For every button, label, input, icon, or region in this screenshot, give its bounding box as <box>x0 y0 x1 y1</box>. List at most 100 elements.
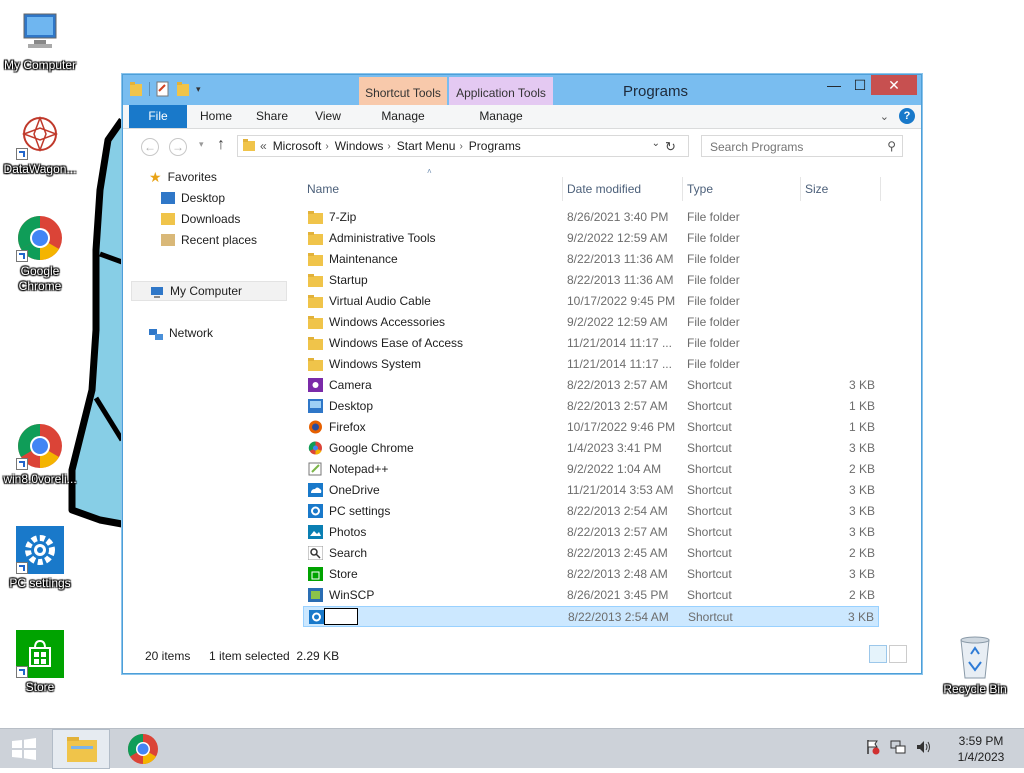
action-center-flag-icon[interactable] <box>866 739 880 758</box>
nav-desktop[interactable]: Desktop <box>161 188 225 208</box>
file-row[interactable]: Search 8/22/2013 2:45 AM Shortcut 2 KB <box>303 543 879 564</box>
file-row[interactable]: Startup 8/22/2013 11:36 AM File folder <box>303 270 879 291</box>
file-name: PC settings <box>329 504 391 518</box>
file-row[interactable]: 8/22/2013 2:54 AM Shortcut 3 KB <box>303 606 879 627</box>
breadcrumb-start-menu[interactable]: Start Menu <box>397 139 456 153</box>
breadcrumb-separator-icon[interactable]: › <box>387 141 390 152</box>
tab-manage-shortcut[interactable]: Manage <box>367 105 439 128</box>
back-button[interactable]: ← <box>141 138 159 156</box>
desktop-icon-recycle-bin[interactable]: Recycle Bin <box>935 632 1015 697</box>
file-row[interactable]: Store 8/22/2013 2:48 AM Shortcut 3 KB <box>303 564 879 585</box>
nav-network[interactable]: Network <box>149 323 213 343</box>
desktop-icon-my-computer[interactable]: My Computer <box>0 8 80 73</box>
help-icon[interactable]: ? <box>899 108 915 124</box>
breadcrumb-separator-icon[interactable]: › <box>459 141 462 152</box>
file-row[interactable]: 7-Zip 8/26/2021 3:40 PM File folder <box>303 207 879 228</box>
volume-icon[interactable] <box>916 739 932 758</box>
network-icon[interactable] <box>890 739 906 758</box>
file-row[interactable]: Maintenance 8/22/2013 11:36 AM File folder <box>303 249 879 270</box>
desktop-icon-store[interactable]: Store <box>0 630 80 695</box>
maximize-button[interactable]: ☐ <box>847 75 873 95</box>
file-row[interactable]: Desktop 8/22/2013 2:57 AM Shortcut 1 KB <box>303 396 879 417</box>
file-date-modified: 8/22/2013 11:36 AM <box>567 252 674 266</box>
desktop-icon-win8-shortcut[interactable]: win8.0voreli... <box>0 422 80 487</box>
recent-places-icon <box>161 234 175 246</box>
file-row[interactable]: Virtual Audio Cable 10/17/2022 9:45 PM Fil… <box>303 291 879 312</box>
file-row[interactable]: Windows Ease of Access 11/21/2014 11:17 .… <box>303 333 879 354</box>
taskbar-file-explorer[interactable] <box>52 729 110 769</box>
breadcrumb-microsoft[interactable]: Microsoft <box>273 139 322 153</box>
column-header-name[interactable]: Name <box>303 177 563 201</box>
gear-icon <box>16 526 64 574</box>
recent-locations-dropdown-icon[interactable]: ▾ <box>199 139 204 150</box>
rename-input[interactable] <box>324 608 358 625</box>
file-type: Shortcut <box>687 567 732 581</box>
overflow-chevron[interactable]: « <box>260 139 267 153</box>
file-size: 3 KB <box>847 610 874 624</box>
file-row[interactable]: Firefox 10/17/2022 9:46 PM Shortcut 1 KB <box>303 417 879 438</box>
taskbar-clock[interactable]: 3:59 PM 1/4/2023 <box>946 733 1016 765</box>
up-button[interactable]: ↑ <box>217 136 225 154</box>
file-type: File folder <box>687 336 740 350</box>
file-row[interactable]: Administrative Tools 9/2/2022 12:59 AM Fil… <box>303 228 879 249</box>
desktop-icon-label: win8.0voreli... <box>3 472 77 486</box>
nav-my-computer[interactable]: My Computer <box>131 281 287 301</box>
file-row[interactable]: Windows Accessories 9/2/2022 12:59 AM File… <box>303 312 879 333</box>
desktop-icon-google-chrome[interactable]: Google Chrome <box>0 214 80 294</box>
forward-button[interactable]: → <box>169 138 187 156</box>
large-icons-view-icon[interactable] <box>889 645 907 663</box>
tab-manage-application[interactable]: Manage <box>457 105 545 128</box>
file-row[interactable]: Notepad++ 9/2/2022 1:04 AM Shortcut 2 KB <box>303 459 879 480</box>
customize-dropdown-icon[interactable]: ▾ <box>196 81 210 97</box>
breadcrumb-windows[interactable]: Windows <box>335 139 384 153</box>
close-button[interactable]: ✕ <box>871 75 917 95</box>
desktop-icon-datawagon[interactable]: DataWagon... <box>0 112 80 177</box>
file-row[interactable]: WinSCP 8/26/2021 3:45 PM Shortcut 2 KB <box>303 585 879 606</box>
refresh-icon[interactable]: ↻ <box>665 139 676 155</box>
file-type: Shortcut <box>687 378 732 392</box>
tab-view[interactable]: View <box>305 105 351 128</box>
folder-icon <box>308 357 323 371</box>
expand-ribbon-icon[interactable]: ⌄ <box>880 110 889 123</box>
file-row[interactable]: PC settings 8/22/2013 2:54 AM Shortcut 3 KB <box>303 501 879 522</box>
start-button[interactable] <box>10 737 38 761</box>
selection-info: 1 item selected 2.29 KB <box>209 649 340 663</box>
file-size: 2 KB <box>848 588 875 602</box>
desktop-icon <box>161 192 175 204</box>
properties-icon[interactable] <box>156 81 170 97</box>
tab-home[interactable]: Home <box>193 105 239 128</box>
folder-icon <box>242 138 256 155</box>
breadcrumb-separator-icon[interactable]: › <box>325 141 328 152</box>
file-size: 1 KB <box>848 420 875 434</box>
file-row[interactable]: OneDrive 11/21/2014 3:53 AM Shortcut 3 KB <box>303 480 879 501</box>
search-box[interactable]: ⚲ <box>701 135 903 157</box>
nav-recent-places-label: Recent places <box>181 233 258 247</box>
column-header-date-modified[interactable]: Date modified <box>563 177 683 201</box>
nav-downloads[interactable]: Downloads <box>161 209 240 229</box>
taskbar-google-chrome[interactable] <box>114 729 172 769</box>
file-row[interactable]: Camera 8/22/2013 2:57 AM Shortcut 3 KB <box>303 375 879 396</box>
notepad-shortcut-icon <box>308 462 323 476</box>
tab-file[interactable]: File <box>129 105 187 128</box>
minimize-button[interactable]: — <box>821 75 847 95</box>
file-date-modified: 11/21/2014 11:17 ... <box>567 336 672 350</box>
breadcrumb-programs[interactable]: Programs <box>469 139 521 153</box>
file-row[interactable]: Windows System 11/21/2014 11:17 ... File f… <box>303 354 879 375</box>
nav-my-computer-label: My Computer <box>170 284 243 298</box>
search-input[interactable] <box>708 137 882 157</box>
file-row[interactable]: Google Chrome 1/4/2023 3:41 PM Shortcut 3 K… <box>303 438 879 459</box>
address-dropdown-icon[interactable]: ⌄ <box>652 138 660 149</box>
column-header-type[interactable]: Type <box>683 177 801 201</box>
search-icon[interactable]: ⚲ <box>887 139 896 153</box>
details-view-icon[interactable] <box>869 645 887 663</box>
address-bar[interactable]: « Microsoft › Windows › Start Menu › Pro… <box>237 135 689 157</box>
tab-share[interactable]: Share <box>249 105 295 128</box>
desktop-shortcut-icon <box>308 399 323 413</box>
file-row[interactable]: Photos 8/22/2013 2:57 AM Shortcut 3 KB <box>303 522 879 543</box>
new-folder-icon[interactable] <box>176 81 190 97</box>
column-header-size[interactable]: Size <box>801 177 881 201</box>
desktop-icon-pc-settings[interactable]: PC settings <box>0 526 80 591</box>
title-bar[interactable]: ▾ Shortcut Tools Application Tools Progr… <box>123 75 921 105</box>
nav-recent-places[interactable]: Recent places <box>161 230 257 250</box>
nav-favorites[interactable]: ★ Favorites <box>149 167 217 187</box>
